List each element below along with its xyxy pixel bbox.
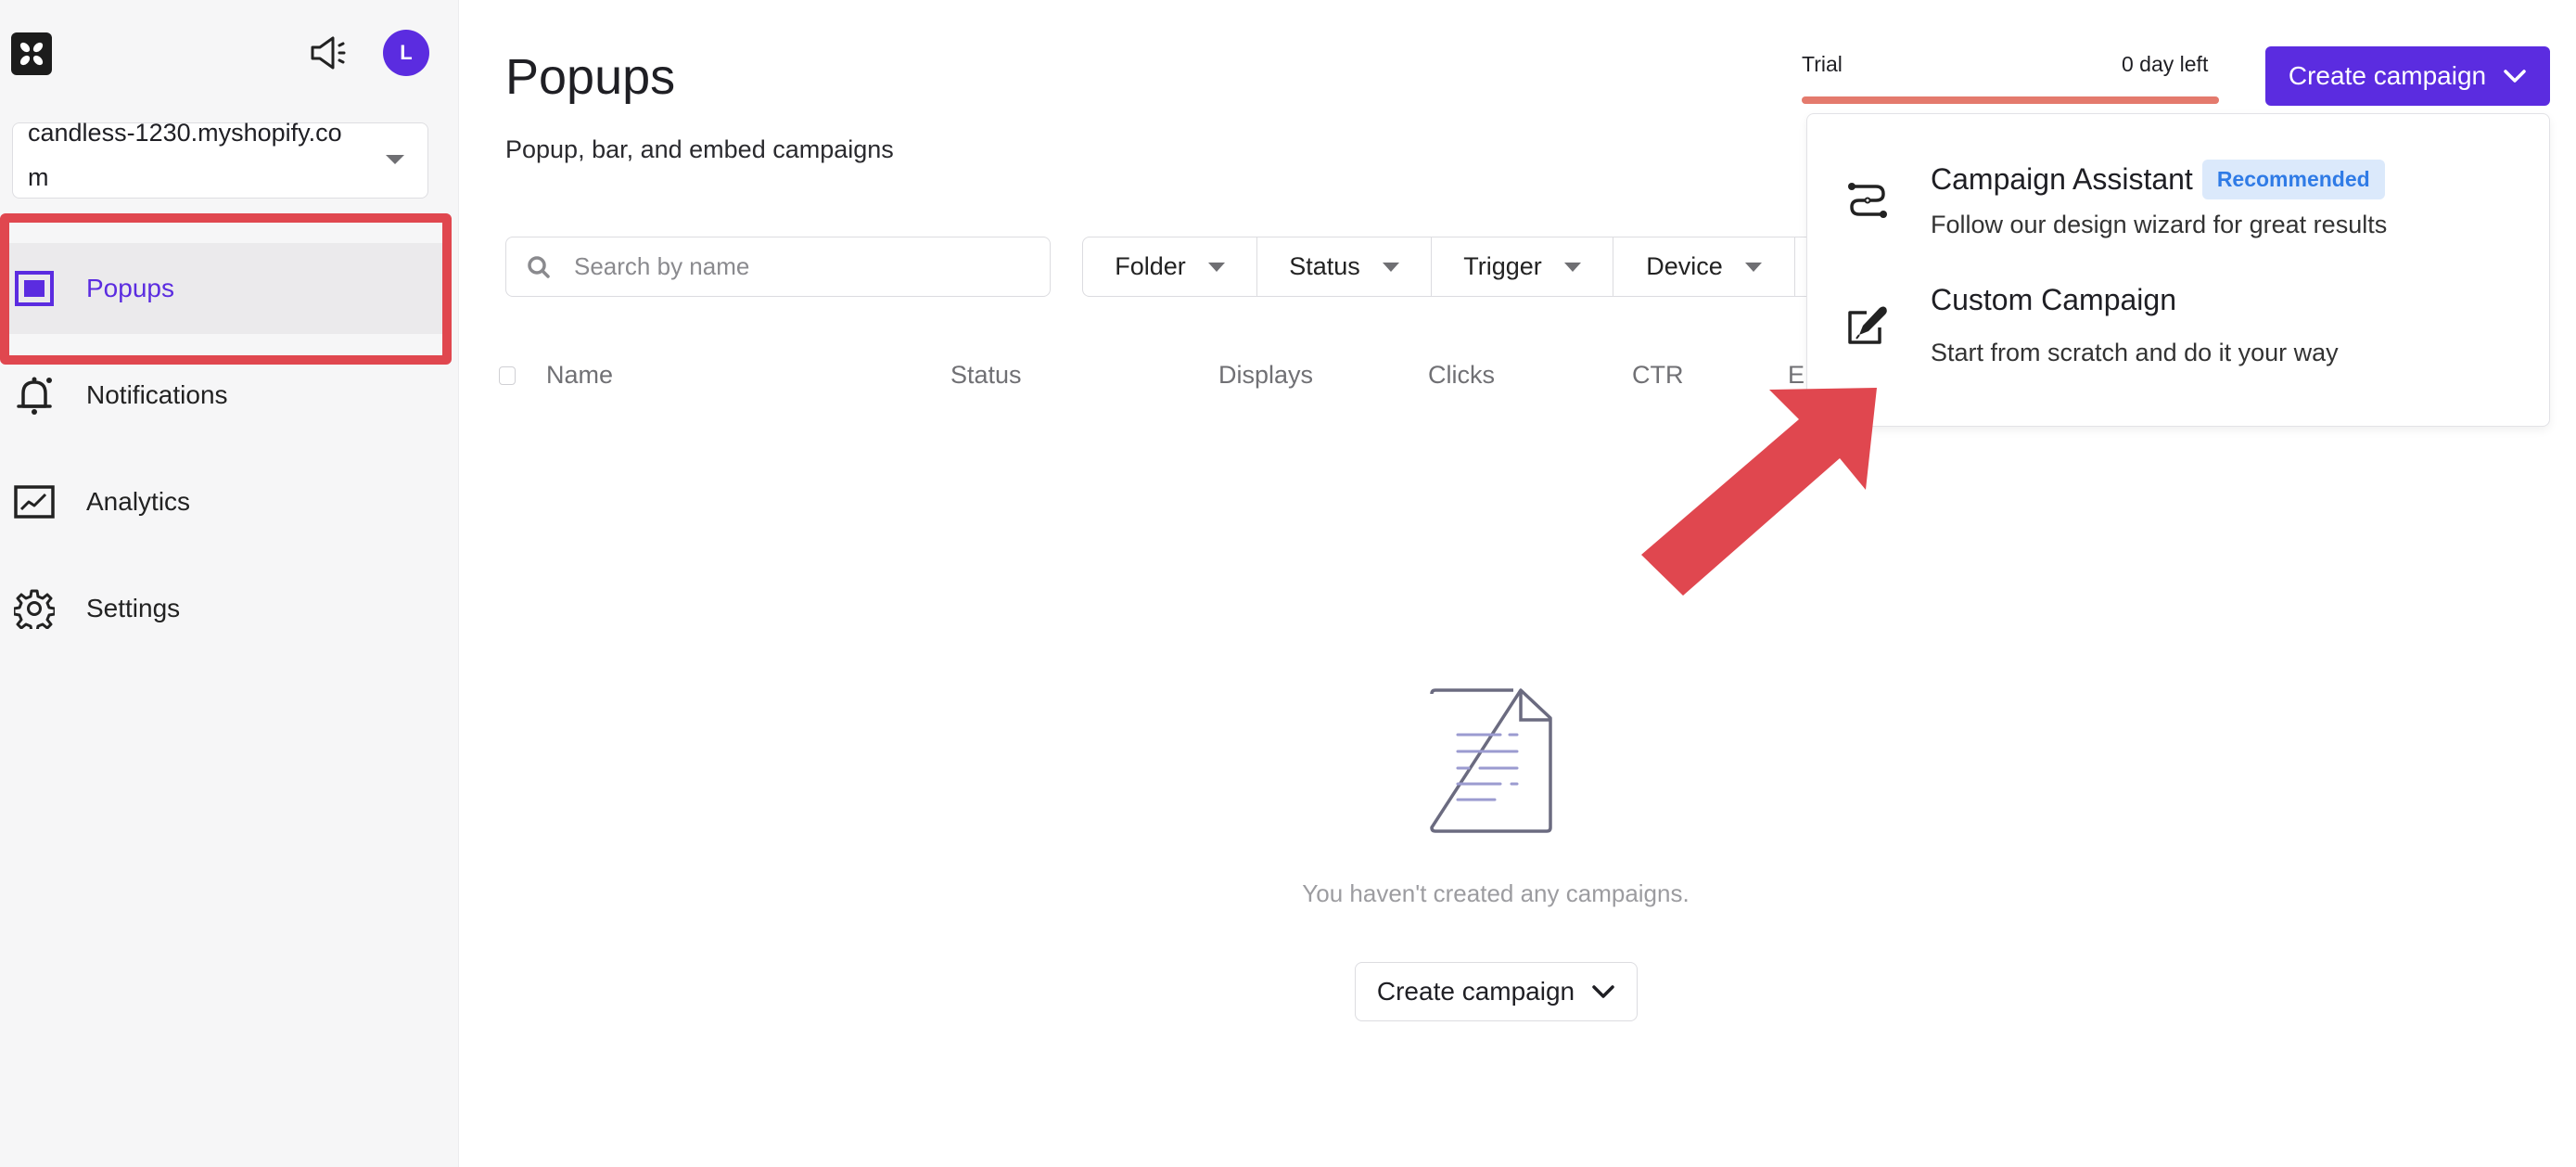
filter-trigger[interactable]: Trigger	[1432, 237, 1613, 296]
menu-item-campaign-assistant[interactable]: Campaign Assistant Recommended Follow our…	[1807, 114, 2549, 253]
chart-line-icon	[13, 481, 56, 523]
edit-pen-icon	[1848, 306, 1887, 344]
menu-item-title: Campaign Assistant Recommended	[1931, 160, 2385, 199]
sidebar-nav: Popups Notifications Analytics Settings	[0, 243, 452, 654]
column-header-status[interactable]: Status	[950, 361, 1022, 390]
avatar-initial: L	[400, 41, 413, 64]
menu-item-description: Follow our design wizard for great resul…	[1931, 211, 2388, 238]
sidebar-item-settings[interactable]: Settings	[0, 563, 452, 654]
filter-label: Device	[1646, 252, 1723, 280]
column-header-partial[interactable]: E	[1788, 361, 1804, 390]
filter-label: Folder	[1115, 252, 1186, 280]
sidebar-item-label: Popups	[86, 274, 174, 302]
recommended-badge: Recommended	[2201, 160, 2385, 199]
user-avatar[interactable]: L	[383, 30, 429, 76]
gear-icon	[13, 587, 56, 630]
sidebar-item-label: Notifications	[86, 380, 228, 409]
menu-item-custom-campaign[interactable]: Custom Campaign Start from scratch and d…	[1807, 263, 2549, 420]
column-header-ctr[interactable]: CTR	[1632, 361, 1684, 390]
wizard-path-icon	[1848, 183, 1887, 218]
search-icon	[528, 255, 550, 278]
bell-icon	[13, 374, 56, 417]
empty-create-campaign-button[interactable]: Create campaign	[1355, 962, 1638, 1021]
page-subtitle: Popup, bar, and embed campaigns	[505, 135, 894, 163]
empty-state-message: You haven't created any campaigns.	[1302, 879, 1690, 907]
create-campaign-button[interactable]: Create campaign	[2265, 46, 2550, 106]
filter-group: Folder Status Trigger Device	[1082, 237, 1824, 297]
brand-logo-icon[interactable]	[11, 32, 52, 75]
column-header-clicks[interactable]: Clicks	[1428, 361, 1495, 390]
chevron-down-icon	[1592, 985, 1614, 998]
store-select[interactable]: candless-1230.myshopify.com	[12, 119, 428, 199]
search-field[interactable]	[505, 237, 1051, 297]
caret-down-icon	[1382, 262, 1399, 272]
megaphone-icon[interactable]	[309, 34, 351, 71]
sidebar: L candless-1230.myshopify.com Popups Not…	[0, 0, 459, 1167]
sidebar-item-popups[interactable]: Popups	[0, 243, 452, 334]
sidebar-item-label: Settings	[86, 594, 181, 622]
caret-down-icon	[1744, 262, 1762, 272]
filter-label: Status	[1289, 252, 1360, 280]
column-header-name[interactable]: Name	[546, 361, 613, 390]
popup-window-icon	[13, 267, 56, 310]
create-campaign-label: Create campaign	[2288, 61, 2487, 90]
menu-item-title: Custom Campaign	[1931, 283, 2176, 316]
filter-device[interactable]: Device	[1613, 237, 1795, 296]
search-input[interactable]	[574, 252, 1019, 281]
trial-progress-bar	[1802, 96, 2219, 104]
trial-progress-fill	[1802, 96, 2219, 104]
sidebar-item-notifications[interactable]: Notifications	[0, 350, 452, 441]
sidebar-item-analytics[interactable]: Analytics	[0, 456, 452, 547]
store-select-value: candless-1230.myshopify.com	[28, 119, 342, 191]
column-header-displays[interactable]: Displays	[1218, 361, 1313, 390]
chevron-down-icon	[2504, 70, 2526, 83]
sidebar-item-label: Analytics	[86, 487, 191, 516]
create-campaign-menu: Campaign Assistant Recommended Follow our…	[1806, 113, 2550, 427]
filter-status[interactable]: Status	[1257, 237, 1432, 296]
caret-down-icon	[1207, 262, 1225, 272]
menu-item-description: Start from scratch and do it your way	[1931, 339, 2339, 366]
table-header: Name Status Displays Clicks CTR E	[496, 358, 1841, 395]
caret-down-icon	[386, 155, 404, 164]
menu-item-title-text: Campaign Assistant	[1931, 162, 2193, 196]
document-icon	[1430, 688, 1552, 833]
caret-down-icon	[1563, 262, 1581, 272]
empty-create-campaign-label: Create campaign	[1376, 977, 1575, 1006]
page-title: Popups	[505, 49, 676, 105]
trial-remaining: 0 day left	[2122, 52, 2209, 76]
filter-label: Trigger	[1463, 252, 1542, 280]
select-all-checkbox[interactable]	[499, 366, 516, 385]
filter-folder[interactable]: Folder	[1083, 237, 1257, 296]
trial-label: Trial	[1802, 52, 1843, 76]
